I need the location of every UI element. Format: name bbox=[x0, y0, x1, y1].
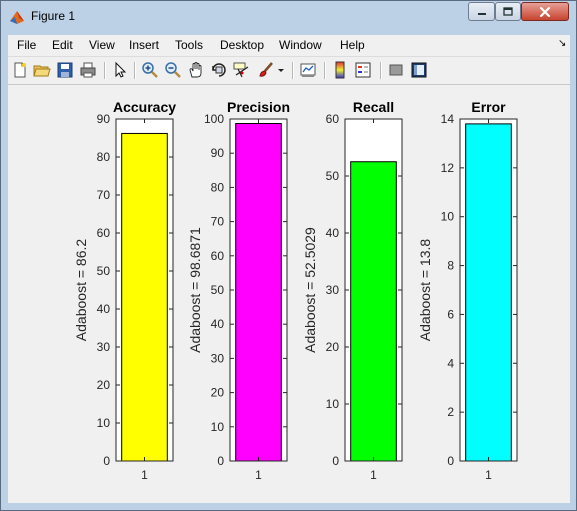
close-icon bbox=[539, 6, 551, 17]
title-bar[interactable]: Figure 1 bbox=[1, 1, 576, 31]
y-tick-label: 70 bbox=[211, 215, 225, 229]
y-tick-label: 90 bbox=[211, 146, 225, 160]
minimize-button[interactable] bbox=[468, 2, 495, 21]
y-tick-label: 90 bbox=[97, 112, 111, 126]
toolbar-separator bbox=[324, 62, 326, 79]
rotate-3d-icon[interactable] bbox=[210, 61, 228, 79]
menu-desktop[interactable]: Desktop bbox=[220, 38, 264, 52]
y-axis-label: Adaboost = 52.5029 bbox=[302, 227, 318, 353]
y-axis-label: Adaboost = 13.8 bbox=[417, 239, 433, 342]
brush-icon[interactable] bbox=[257, 61, 275, 79]
y-tick-label: 8 bbox=[447, 259, 454, 273]
save-icon[interactable] bbox=[56, 61, 74, 79]
y-tick-label: 0 bbox=[447, 454, 454, 468]
zoom-in-icon[interactable] bbox=[141, 61, 159, 79]
hide-plot-tools-icon[interactable] bbox=[387, 61, 405, 79]
y-tick-label: 20 bbox=[211, 386, 225, 400]
x-tick-label: 1 bbox=[255, 468, 262, 482]
minimize-icon bbox=[477, 12, 486, 15]
maximize-button[interactable] bbox=[495, 2, 521, 21]
toolbar-separator bbox=[104, 62, 106, 79]
insert-legend-icon[interactable] bbox=[354, 61, 372, 79]
menu-help[interactable]: Help bbox=[340, 38, 365, 52]
brush-dropdown-icon[interactable] bbox=[276, 61, 286, 79]
axes-title: Error bbox=[471, 99, 506, 115]
toolbar-separator bbox=[292, 62, 294, 79]
y-tick-label: 20 bbox=[326, 340, 340, 354]
axes-title: Precision bbox=[227, 99, 290, 115]
y-tick-label: 60 bbox=[326, 112, 340, 126]
y-tick-label: 50 bbox=[326, 169, 340, 183]
y-tick-label: 0 bbox=[217, 454, 224, 468]
window-title: Figure 1 bbox=[31, 9, 76, 23]
y-tick-label: 10 bbox=[326, 397, 340, 411]
pan-hand-icon[interactable] bbox=[187, 61, 205, 79]
x-tick-label: 1 bbox=[370, 468, 377, 482]
matlab-figure-icon bbox=[10, 11, 24, 24]
y-tick-label: 40 bbox=[97, 302, 111, 316]
y-tick-label: 4 bbox=[447, 356, 454, 370]
y-tick-label: 12 bbox=[441, 161, 455, 175]
y-tick-label: 0 bbox=[103, 454, 110, 468]
figure-toolbar bbox=[8, 57, 570, 85]
menu-insert[interactable]: Insert bbox=[129, 38, 159, 52]
zoom-out-icon[interactable] bbox=[164, 61, 182, 79]
x-tick-label: 1 bbox=[485, 468, 492, 482]
y-tick-label: 40 bbox=[211, 317, 225, 331]
menu-tools[interactable]: Tools bbox=[175, 38, 203, 52]
axes-title: Accuracy bbox=[113, 99, 176, 115]
y-tick-label: 10 bbox=[97, 416, 111, 430]
y-tick-label: 30 bbox=[211, 351, 225, 365]
menubar-dock-arrow-icon[interactable]: ↘ bbox=[558, 38, 566, 49]
menu-view[interactable]: View bbox=[89, 38, 115, 52]
x-tick-label: 1 bbox=[141, 468, 148, 482]
y-tick-label: 6 bbox=[447, 307, 454, 321]
open-file-icon[interactable] bbox=[33, 61, 51, 79]
y-tick-label: 0 bbox=[332, 454, 339, 468]
close-button[interactable] bbox=[521, 2, 569, 21]
y-tick-label: 2 bbox=[447, 405, 454, 419]
bar bbox=[121, 132, 168, 462]
menu-bar: File Edit View Insert Tools Desktop Wind… bbox=[8, 35, 570, 57]
plot-area: 01020304050607080901AccuracyAdaboost = 8… bbox=[73, 99, 518, 482]
y-tick-label: 50 bbox=[211, 283, 225, 297]
insert-colorbar-icon[interactable] bbox=[331, 61, 349, 79]
y-tick-label: 20 bbox=[97, 378, 111, 392]
y-tick-label: 70 bbox=[97, 188, 111, 202]
edit-plot-arrow-icon[interactable] bbox=[111, 61, 129, 79]
menu-window[interactable]: Window bbox=[279, 38, 322, 52]
y-tick-label: 60 bbox=[97, 226, 111, 240]
y-axis-label: Adaboost = 86.2 bbox=[73, 239, 89, 342]
y-tick-label: 100 bbox=[204, 112, 224, 126]
y-tick-label: 30 bbox=[97, 340, 111, 354]
figure-window: Figure 1 File Edit View Insert Tools Des… bbox=[0, 0, 577, 511]
data-cursor-icon[interactable] bbox=[233, 61, 251, 79]
bar bbox=[465, 123, 512, 462]
y-tick-label: 10 bbox=[211, 420, 225, 434]
y-tick-label: 80 bbox=[97, 150, 111, 164]
link-plot-icon[interactable] bbox=[299, 61, 317, 79]
print-icon[interactable] bbox=[79, 61, 97, 79]
y-tick-label: 80 bbox=[211, 180, 225, 194]
y-tick-label: 50 bbox=[97, 264, 111, 278]
y-tick-label: 10 bbox=[441, 210, 455, 224]
y-tick-label: 40 bbox=[326, 226, 340, 240]
show-plot-tools-icon[interactable] bbox=[410, 61, 428, 79]
bar bbox=[350, 161, 397, 462]
y-tick-label: 60 bbox=[211, 249, 225, 263]
axes-title: Recall bbox=[353, 99, 394, 115]
maximize-icon bbox=[503, 6, 513, 16]
y-axis-label: Adaboost = 98.6871 bbox=[187, 227, 203, 353]
y-tick-label: 30 bbox=[326, 283, 340, 297]
figure-canvas[interactable]: 0 10 20 30 40 50 60 70 80 90 1 Accuracy Adaboost = 8… bbox=[8, 85, 570, 503]
bar bbox=[235, 122, 282, 462]
new-figure-icon[interactable] bbox=[11, 61, 29, 79]
menu-edit[interactable]: Edit bbox=[52, 38, 73, 52]
toolbar-separator bbox=[380, 62, 382, 79]
toolbar-separator bbox=[134, 62, 136, 79]
menu-file[interactable]: File bbox=[17, 38, 36, 52]
y-tick-label: 14 bbox=[441, 112, 455, 126]
